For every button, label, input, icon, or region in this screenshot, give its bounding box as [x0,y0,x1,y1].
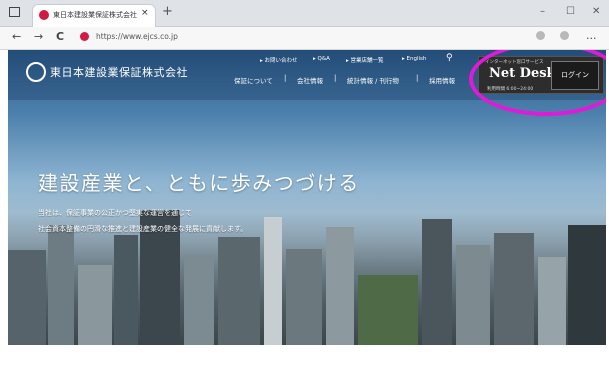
nav-item-company[interactable]: 会社情報 [297,75,323,85]
nav-separator: | [284,74,287,82]
util-link-english[interactable]: ▸ English [402,56,426,62]
favorites-icon[interactable] [536,31,545,40]
tab-actions-icon[interactable] [9,7,20,17]
address-bar-row: ← → C https://www.ejcs.co.jp ... [0,27,609,50]
company-logo-text[interactable]: 東日本建設業保証株式会社 [50,64,188,80]
hero-subtitle-line1: 当社は、保証事業の公正かつ堅実な運営を通じて [38,209,192,217]
site-info-icon[interactable] [80,32,89,41]
tab-close-button[interactable]: × [141,8,149,18]
nav-item-recruit[interactable]: 採用情報 [429,75,455,85]
search-icon[interactable]: ⚲ [446,53,453,63]
hero-subtitle-line2: 社会資本整備の円滑な推進と建設産業の健全な発展に貢献します。 [38,225,248,233]
browser-menu-button[interactable]: ... [586,29,597,42]
util-link-contact[interactable]: ▸ お問い合わせ [260,56,298,64]
company-logo-icon[interactable] [26,62,46,82]
profile-icon[interactable] [560,31,569,40]
maximize-button[interactable]: ☐ [566,6,575,17]
nav-separator: | [334,74,337,82]
city-skyline-image [8,200,606,345]
reload-button[interactable]: C [56,30,64,43]
annotation-highlight-ellipse [469,50,606,116]
nav-item-guarantee[interactable]: 保証について [234,75,273,85]
back-button[interactable]: ← [12,30,21,43]
minimize-button[interactable]: – [540,6,545,17]
util-link-branches[interactable]: ▸ 営業店舗一覧 [346,56,384,64]
nav-separator: | [416,74,419,82]
hero-section: 東日本建設業保証株式会社 ▸ お問い合わせ ▸ Q&A ▸ 営業店舗一覧 ▸ E… [8,50,606,345]
nav-item-statistics[interactable]: 統計情報 / 刊行物 [347,75,399,85]
browser-tab[interactable]: 東日本建設業保証株式会社 |DE × [32,4,156,27]
close-window-button[interactable]: ✕ [592,6,600,17]
util-link-qa[interactable]: ▸ Q&A [313,56,330,62]
tab-title: 東日本建設業保証株式会社 |DE [53,11,139,19]
site-favicon-icon [39,10,49,20]
new-tab-button[interactable]: + [162,5,173,19]
forward-button[interactable]: → [34,30,43,43]
url-text[interactable]: https://www.ejcs.co.jp [96,32,178,41]
tab-bar: 東日本建設業保証株式会社 |DE × + – ☐ ✕ [0,0,609,27]
hero-title: 建設産業と、ともに歩みつづける [38,171,360,195]
address-bar[interactable]: https://www.ejcs.co.jp [74,30,494,45]
